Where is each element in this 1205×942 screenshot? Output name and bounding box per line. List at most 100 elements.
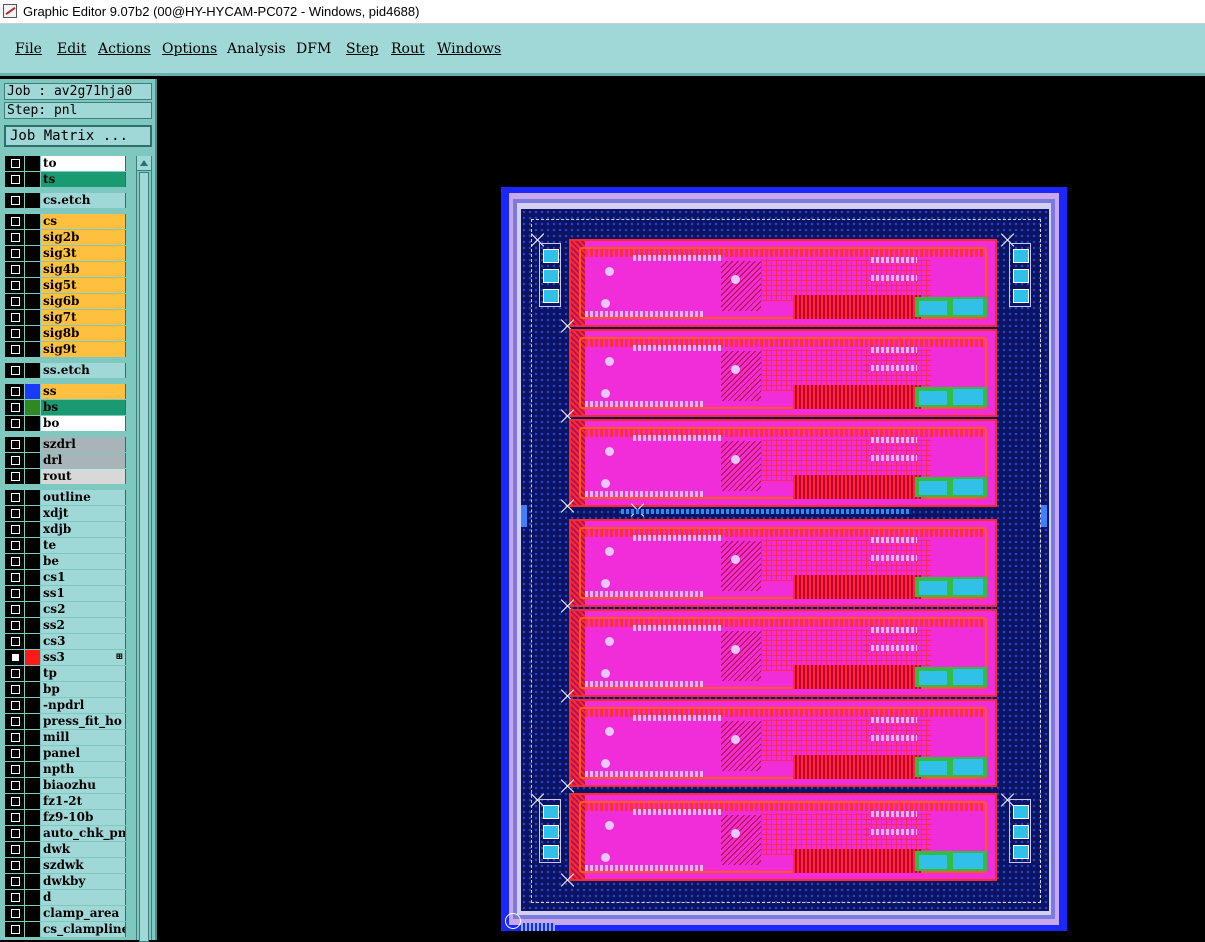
menu-dfm[interactable]: DFM [296,41,331,57]
menu-file[interactable]: File [15,41,42,57]
layer-checkbox[interactable] [5,842,24,857]
layer-color-swatch[interactable] [25,310,40,325]
layer-name[interactable]: cs2 [41,602,126,617]
layer-name[interactable]: cs_clampline [41,922,126,937]
layer-color-swatch[interactable] [25,666,40,681]
layer-row-cs3[interactable]: cs3 [5,634,126,649]
layer-row-dwkby[interactable]: dwkby [5,874,126,889]
layer-name[interactable]: sig4b [41,262,126,277]
layer-checkbox[interactable] [5,490,24,505]
menu-step[interactable]: Step [346,41,378,57]
layer-color-swatch[interactable] [25,453,40,468]
layer-checkbox[interactable] [5,506,24,521]
layer-checkbox[interactable] [5,437,24,452]
layer-row-drl[interactable]: drl [5,453,126,468]
layer-color-swatch[interactable] [25,826,40,841]
layer-checkbox[interactable] [5,363,24,378]
layer-name[interactable]: d [41,890,126,905]
layer-color-swatch[interactable] [25,714,40,729]
job-matrix-button[interactable]: Job Matrix ... [4,125,152,147]
layer-row-cs2[interactable]: cs2 [5,602,126,617]
layer-checkbox[interactable] [5,890,24,905]
layer-row-ss[interactable]: ss [5,384,126,399]
layer-row-clamp-area[interactable]: clamp_area [5,906,126,921]
layer-color-swatch[interactable] [25,522,40,537]
layer-row-ss1[interactable]: ss1 [5,586,126,601]
layer-color-swatch[interactable] [25,342,40,357]
layer-name[interactable]: sig9t [41,342,126,357]
layer-name[interactable]: clamp_area [41,906,126,921]
layer-row-tp[interactable]: tp [5,666,126,681]
layer-checkbox[interactable] [5,278,24,293]
layer-name[interactable]: sig5t [41,278,126,293]
layer-name[interactable]: dwkby [41,874,126,889]
layer-name[interactable]: cs3 [41,634,126,649]
layer-color-swatch[interactable] [25,193,40,208]
layer-row-szdrl[interactable]: szdrl [5,437,126,452]
menu-options[interactable]: Options [162,41,217,57]
layer-color-swatch[interactable] [25,922,40,937]
layer-checkbox[interactable] [5,294,24,309]
layer-checkbox[interactable] [5,602,24,617]
layer-row-bp[interactable]: bp [5,682,126,697]
menu-windows[interactable]: Windows [437,41,501,57]
pcb-panel-board[interactable] [501,187,1067,931]
layer-checkbox[interactable] [5,310,24,325]
menu-edit[interactable]: Edit [57,41,86,57]
layer-scrollbar[interactable] [136,156,152,942]
layer-name[interactable]: ss3 ⊞ [41,650,126,665]
layer-checkbox[interactable] [5,538,24,553]
layer-name[interactable]: to [41,156,126,171]
layer-name[interactable]: -npdrl [41,698,126,713]
layer-row-cs-etch[interactable]: cs.etch [5,193,126,208]
layer-color-swatch[interactable] [25,214,40,229]
layer-color-swatch[interactable] [25,794,40,809]
layer-checkbox[interactable] [5,714,24,729]
layer-checkbox[interactable] [5,586,24,601]
layer-name[interactable]: drl [41,453,126,468]
layer-row-te[interactable]: te [5,538,126,553]
layer-row-sig8b[interactable]: sig8b [5,326,126,341]
layer-name[interactable]: ss1 [41,586,126,601]
layer-row-ss-etch[interactable]: ss.etch [5,363,126,378]
layer-color-swatch[interactable] [25,490,40,505]
layer-name[interactable]: mill [41,730,126,745]
layer-color-swatch[interactable] [25,682,40,697]
layer-color-swatch[interactable] [25,618,40,633]
layer-color-swatch[interactable] [25,634,40,649]
layer-row-d[interactable]: d [5,890,126,905]
layer-row-fz9-10b[interactable]: fz9-10b [5,810,126,825]
scroll-up-arrow-icon[interactable] [137,156,151,171]
layer-color-swatch[interactable] [25,586,40,601]
layer-name[interactable]: cs1 [41,570,126,585]
layer-checkbox[interactable] [5,246,24,261]
layer-name[interactable]: cs [41,214,126,229]
layer-name[interactable]: te [41,538,126,553]
layer-checkbox[interactable] [5,326,24,341]
layer-row-cs[interactable]: cs [5,214,126,229]
layer-row-auto-chk-pnl[interactable]: auto_chk_pnl [5,826,126,841]
layer-name[interactable]: outline [41,490,126,505]
layer-checkbox[interactable] [5,810,24,825]
layer-row-npth[interactable]: npth [5,762,126,777]
layer-row-sig2b[interactable]: sig2b [5,230,126,245]
layer-row-mill[interactable]: mill [5,730,126,745]
layer-row-npdrl[interactable]: -npdrl [5,698,126,713]
layer-name[interactable]: ss.etch [41,363,126,378]
layer-color-swatch[interactable] [25,698,40,713]
menu-actions[interactable]: Actions [98,41,151,57]
layer-name[interactable]: ss [41,384,126,399]
layer-checkbox[interactable] [5,666,24,681]
layer-checkbox[interactable] [5,762,24,777]
layer-row-press-fit-ho[interactable]: press_fit_ho [5,714,126,729]
layer-color-swatch[interactable] [25,469,40,484]
layer-color-swatch[interactable] [25,810,40,825]
layer-color-swatch[interactable] [25,746,40,761]
layer-color-swatch[interactable] [25,842,40,857]
layer-checkbox[interactable] [5,342,24,357]
layer-color-swatch[interactable] [25,538,40,553]
layer-checkbox[interactable] [5,400,24,415]
layer-color-swatch[interactable] [25,762,40,777]
layer-row-bo[interactable]: bo [5,416,126,431]
layer-checkbox[interactable] [5,618,24,633]
